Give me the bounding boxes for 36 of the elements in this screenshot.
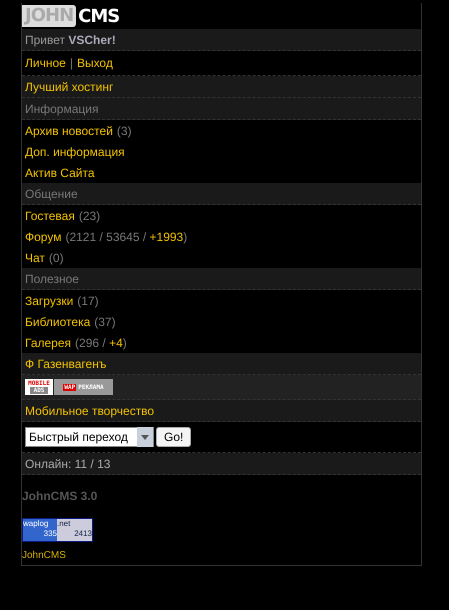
user-link[interactable]: Личное <box>25 56 66 70</box>
item-count: (23) <box>78 208 100 222</box>
menu-link[interactable]: Форум <box>25 230 62 244</box>
section-heading: Полезное <box>25 272 79 286</box>
counter-value: 335 <box>42 529 57 539</box>
user-link[interactable]: Выход <box>76 56 113 70</box>
item-count: (3) <box>116 124 132 138</box>
section-heading: Информация <box>25 102 98 116</box>
greeting-text: Привет VSCher! <box>25 32 116 46</box>
footer-link[interactable]: JohnCMS <box>22 550 66 561</box>
quick-jump-select[interactable]: Быстрый переход <box>25 427 154 447</box>
online-count: Онлайн: 11 / 13 <box>25 456 110 470</box>
menu-link[interactable]: Библиотека <box>25 314 90 328</box>
item-count: (2121 / 53645 / +1993) <box>65 230 188 244</box>
item-count: (37) <box>94 314 116 328</box>
section-link[interactable]: Ф Газенвагенъ <box>25 356 106 370</box>
menu-link[interactable]: Галерея <box>25 336 72 350</box>
counter-text: waplog <box>23 519 50 529</box>
menu-link[interactable]: Актив Сайта <box>25 166 95 180</box>
menu-link[interactable]: Чат <box>25 250 45 264</box>
menu-link[interactable]: Загрузки <box>25 294 74 308</box>
item-count: (296 / +4) <box>75 336 127 350</box>
go-button[interactable]: Go! <box>156 427 192 447</box>
menu-link[interactable]: Доп. информация <box>25 144 125 158</box>
menu-link[interactable]: Гостевая <box>25 208 75 222</box>
menu-link[interactable]: Архив новостей <box>25 124 113 138</box>
item-count: (17) <box>77 294 99 308</box>
version-text: JohnCMS 3.0 <box>22 489 98 503</box>
logo-cms: CMS <box>78 6 120 26</box>
separator: | <box>70 56 73 70</box>
counter-value: 2413 <box>73 529 92 539</box>
counter-text: .net <box>57 519 72 529</box>
section-link[interactable]: Лучший хостинг <box>25 80 114 94</box>
section-heading: Общение <box>25 186 78 200</box>
counter-badge[interactable]: waplog 335 .net 2413 <box>22 518 93 542</box>
item-count: (0) <box>48 250 64 264</box>
